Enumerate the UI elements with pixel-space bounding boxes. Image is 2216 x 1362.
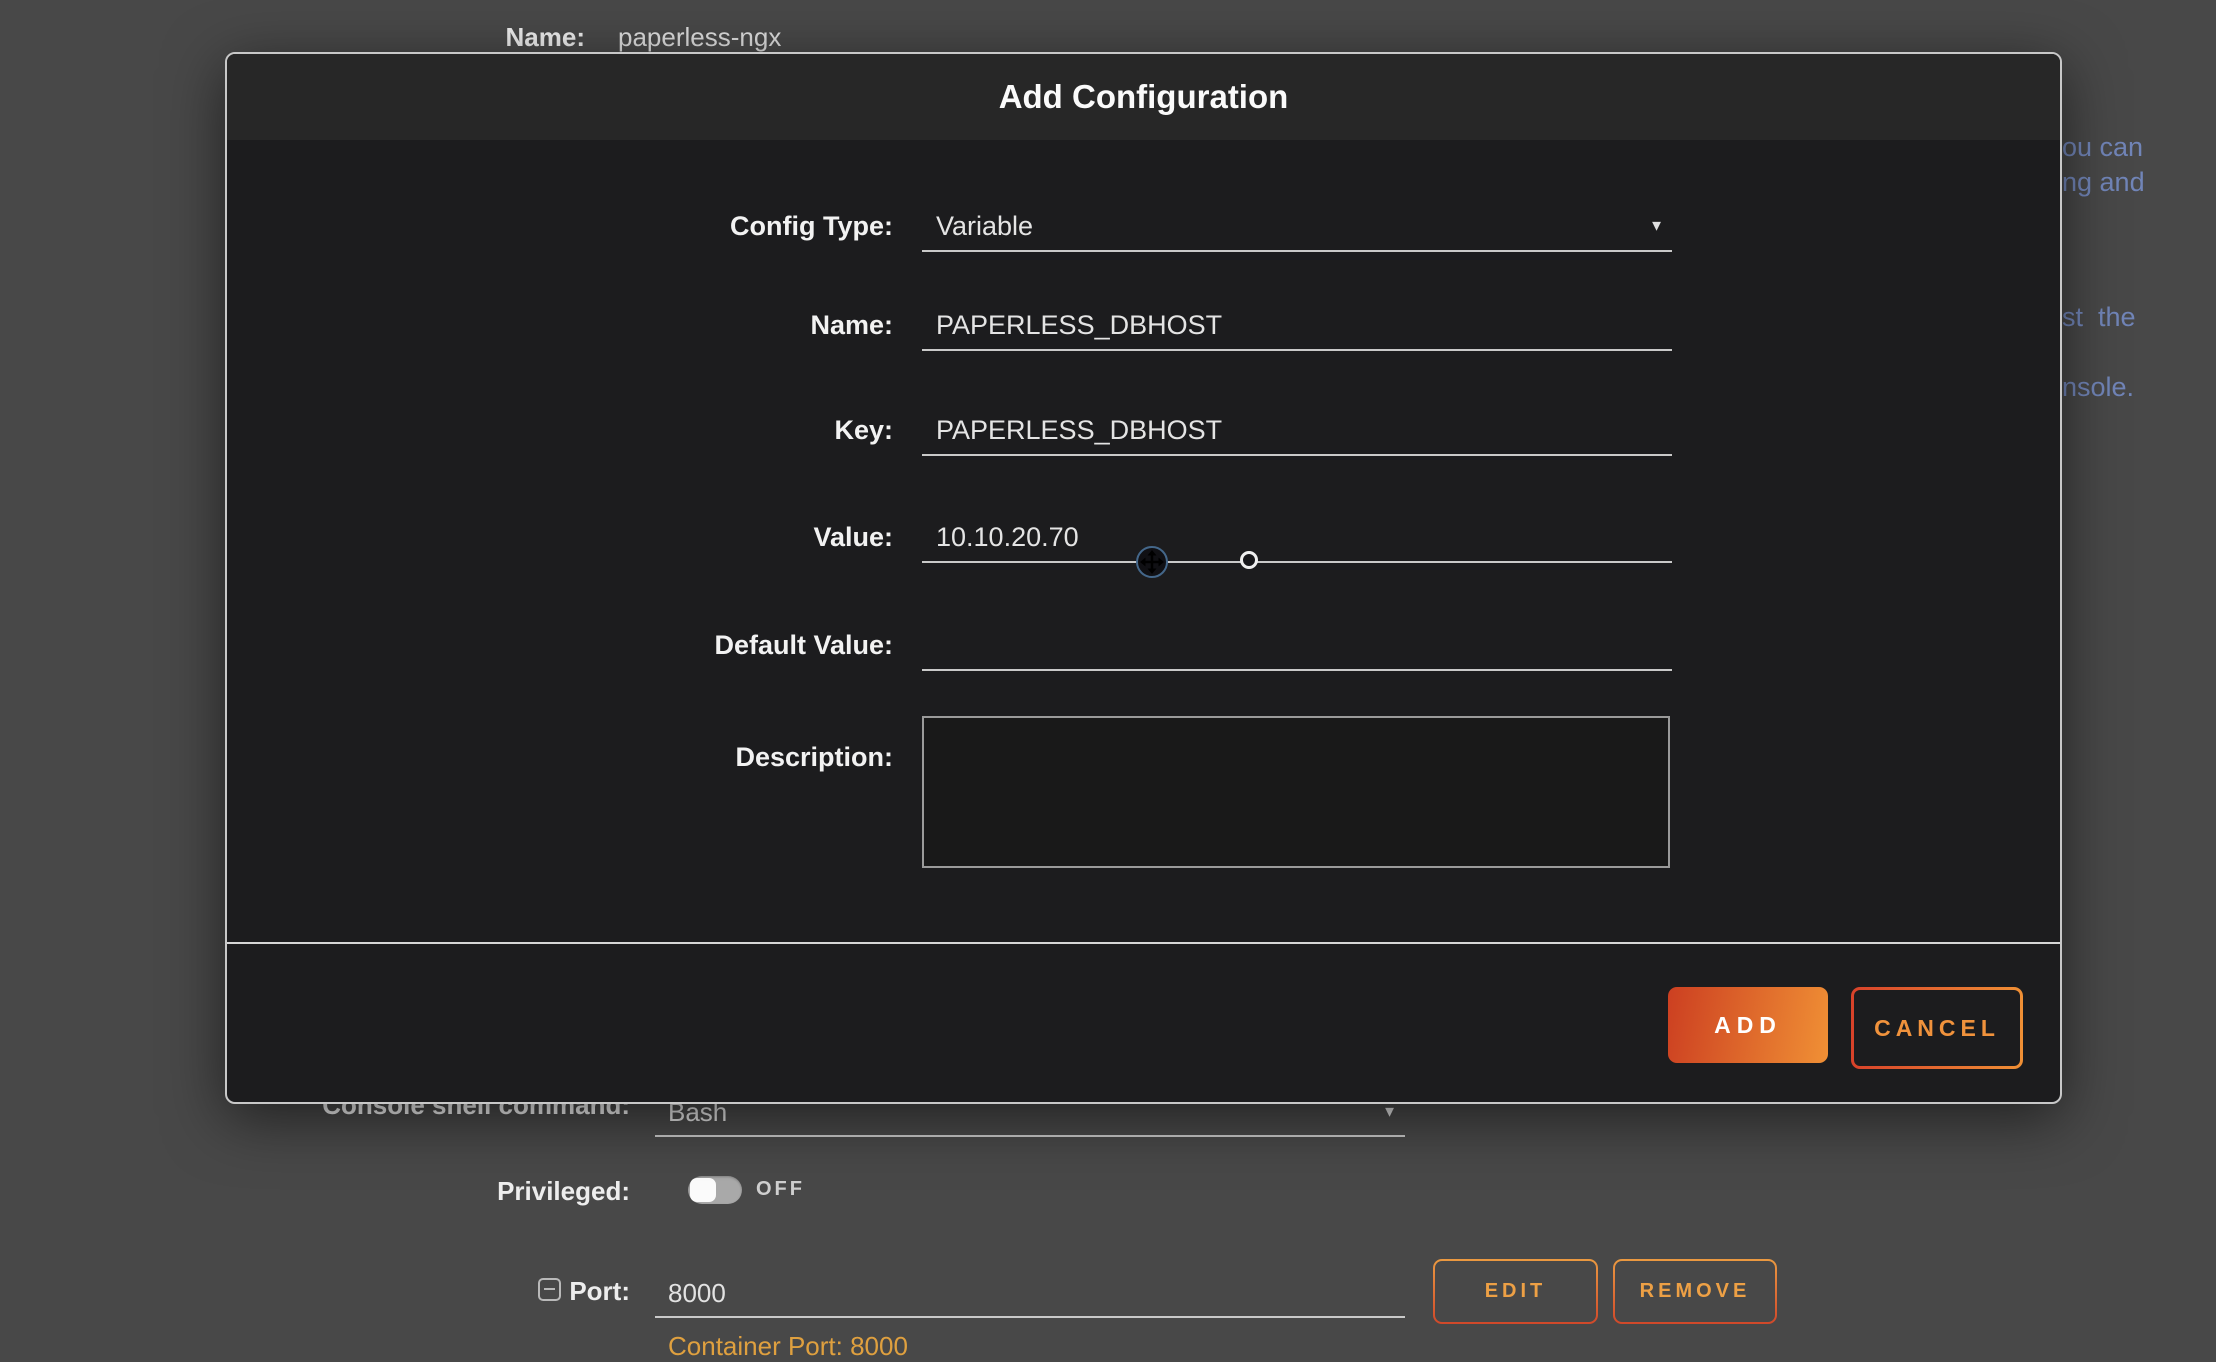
chevron-down-icon: ▼ (1649, 218, 1664, 235)
privileged-toggle[interactable] (688, 1176, 742, 1204)
dialog-title: Add Configuration (999, 78, 1289, 116)
key-value: PAPERLESS_DBHOST (922, 406, 1672, 454)
value-label: Value: (227, 513, 893, 561)
config-type-label: Config Type: (227, 202, 893, 250)
bg-help-text-fragment: ng and (2062, 167, 2145, 198)
default-value-label: Default Value: (227, 621, 893, 669)
chevron-down-icon: ▼ (1382, 1104, 1397, 1121)
move-cursor-icon (1135, 545, 1169, 579)
edit-button[interactable]: EDIT (1433, 1259, 1598, 1324)
description-label: Description: (227, 733, 893, 781)
privileged-row: Privileged: (0, 1176, 2216, 1206)
port-value: 8000 (655, 1278, 726, 1309)
name-input[interactable]: PAPERLESS_DBHOST (922, 301, 1672, 351)
bg-help-text-fragment: st the (2062, 302, 2136, 333)
name-label: Name: (227, 301, 893, 349)
bg-name-row: Name: paperless-ngx (0, 22, 2216, 53)
key-label: Key: (227, 406, 893, 454)
port-input[interactable]: 8000 (655, 1270, 1405, 1318)
toggle-knob (690, 1178, 716, 1202)
cancel-button[interactable]: CANCEL (1851, 987, 2023, 1069)
bg-name-label: Name: (0, 22, 585, 53)
description-textarea[interactable] (922, 716, 1670, 868)
container-port-note: Container Port: 8000 (668, 1331, 908, 1362)
bg-name-value: paperless-ngx (618, 22, 781, 53)
value-value: 10.10.20.70 (922, 513, 1672, 561)
port-label: Port: (0, 1276, 630, 1307)
key-input[interactable]: PAPERLESS_DBHOST (922, 406, 1672, 456)
config-type-select[interactable]: Variable ▼ (922, 202, 1672, 252)
remove-button[interactable]: REMOVE (1613, 1259, 1777, 1324)
bg-help-text-fragment: ou can (2062, 132, 2143, 163)
add-button[interactable]: ADD (1668, 987, 1828, 1063)
screen: Name: paperless-ngx ou can ng and st the… (0, 0, 2216, 1362)
bg-help-text-fragment: nsole. (2062, 372, 2134, 403)
privileged-label: Privileged: (0, 1176, 630, 1207)
name-value: PAPERLESS_DBHOST (922, 301, 1672, 349)
config-type-value: Variable (922, 202, 1672, 250)
default-value-input[interactable] (922, 621, 1672, 671)
privileged-state: OFF (756, 1178, 805, 1201)
add-configuration-dialog: Add Configuration Config Type: Variable … (225, 52, 2062, 1104)
value-input[interactable]: 10.10.20.70 (922, 513, 1672, 563)
dialog-header: Add Configuration (227, 54, 2060, 140)
footer-divider (227, 942, 2060, 944)
click-indicator-icon (1240, 551, 1258, 569)
